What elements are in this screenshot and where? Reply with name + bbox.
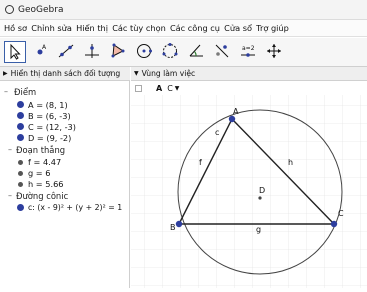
menu-tools[interactable]: Các công cụ [170,23,220,33]
window-title: GeoGebra [18,4,64,15]
label-a: A [233,107,239,116]
point-tool-icon[interactable]: A [30,41,52,63]
menu-view[interactable]: Hiển thị [76,23,108,33]
svg-text:A: A [42,44,47,51]
label-c: C [338,209,344,218]
graphics-style-bar: A C ▼ [131,82,179,94]
conic-c-entry[interactable]: c: (x - 9)² + (y + 2)² = 1 [28,203,122,212]
algebra-panel-header: ▶ Hiển thị danh sách đối tượng [0,67,130,81]
point-a-entry[interactable]: A = (8, 1) [28,100,68,110]
graphics-canvas[interactable]: A B C D f g h c [131,81,367,288]
label-g: g [256,225,261,234]
menu-options[interactable]: Các tùy chọn [112,23,166,33]
style-box-icon[interactable] [135,84,142,92]
geogebra-logo-icon [5,5,14,14]
point-c-visibility-icon[interactable] [17,123,24,130]
point-b-visibility-icon[interactable] [17,112,24,119]
algebra-panel-title: Hiển thị danh sách đối tượng [10,69,121,78]
svg-text:a=2: a=2 [242,45,255,52]
point-b-entry[interactable]: B = (6, -3) [28,111,71,121]
group-conics-label: Đường cônic [16,191,69,201]
menu-window[interactable]: Cửa sổ [224,23,252,33]
toolbar: A a=2 [0,38,367,67]
perpendicular-tool-icon[interactable] [82,41,104,63]
segment-f-visibility-icon[interactable] [18,160,23,165]
segment-g-visibility-icon[interactable] [18,171,23,176]
geogebra-window: GeoGebra Hồ sơ Chỉnh sửa Hiển thị Các tù… [0,0,367,288]
point-d[interactable] [258,196,262,200]
label-h: h [288,158,293,167]
menu-file[interactable]: Hồ sơ [4,23,27,33]
label-b: B [170,223,176,232]
segment-h-entry[interactable]: h = 5.66 [28,179,64,189]
collapse-points-icon[interactable]: – [4,87,8,96]
menu-help[interactable]: Trợ giúp [256,23,289,33]
algebra-panel: – Điểm A = (8, 1) B = (6, -3) C = (12, -… [0,81,130,288]
label-f: f [199,158,202,167]
slider-tool-icon[interactable]: a=2 [238,41,260,63]
collapse-segments-icon[interactable]: – [8,145,12,154]
move-graphics-tool-icon[interactable] [264,41,286,63]
graphics-collapse-icon[interactable]: ▼ [134,70,139,77]
menu-edit[interactable]: Chỉnh sửa [31,23,72,33]
reflect-tool-icon[interactable] [212,41,234,63]
segment-f-entry[interactable]: f = 4.47 [28,157,61,167]
label-style-button[interactable]: A [156,84,162,93]
collapse-icon[interactable]: ▶ [3,70,8,77]
point-b[interactable] [175,220,183,228]
point-a-visibility-icon[interactable] [17,101,24,108]
move-tool-icon[interactable] [4,41,26,63]
point-c-entry[interactable]: C = (12, -3) [28,122,76,132]
point-d-visibility-icon[interactable] [17,134,24,141]
label-d: D [259,186,265,195]
title-bar: GeoGebra [0,0,367,20]
graphics-panel-header: ▼ Vùng làm việc [131,67,367,81]
circle-three-points-tool-icon[interactable] [160,41,182,63]
group-points-label: Điểm [14,87,37,97]
graphics-panel-title: Vùng làm việc [141,69,196,78]
segment-h-visibility-icon[interactable] [18,182,23,187]
graphics-view[interactable]: A B C D f g h c [131,81,367,288]
label-c-circle: c [215,128,219,137]
caption-style-button[interactable]: C [167,84,173,93]
menu-bar: Hồ sơ Chỉnh sửa Hiển thị Các tùy chọn Cá… [0,20,367,37]
circle-tool-icon[interactable] [134,41,156,63]
polygon-tool-icon[interactable] [108,41,130,63]
point-a[interactable] [228,115,236,123]
segment-g-entry[interactable]: g = 6 [28,168,50,178]
angle-tool-icon[interactable] [186,41,208,63]
point-d-entry[interactable]: D = (9, -2) [28,133,71,143]
line-tool-icon[interactable] [56,41,78,63]
group-segments-label: Đoạn thẳng [16,145,66,155]
grid-background [131,95,367,288]
conic-c-visibility-icon[interactable] [17,204,24,211]
collapse-conics-icon[interactable]: – [8,191,12,200]
dropdown-arrow-icon[interactable]: ▼ [175,85,180,92]
point-c[interactable] [330,220,338,228]
